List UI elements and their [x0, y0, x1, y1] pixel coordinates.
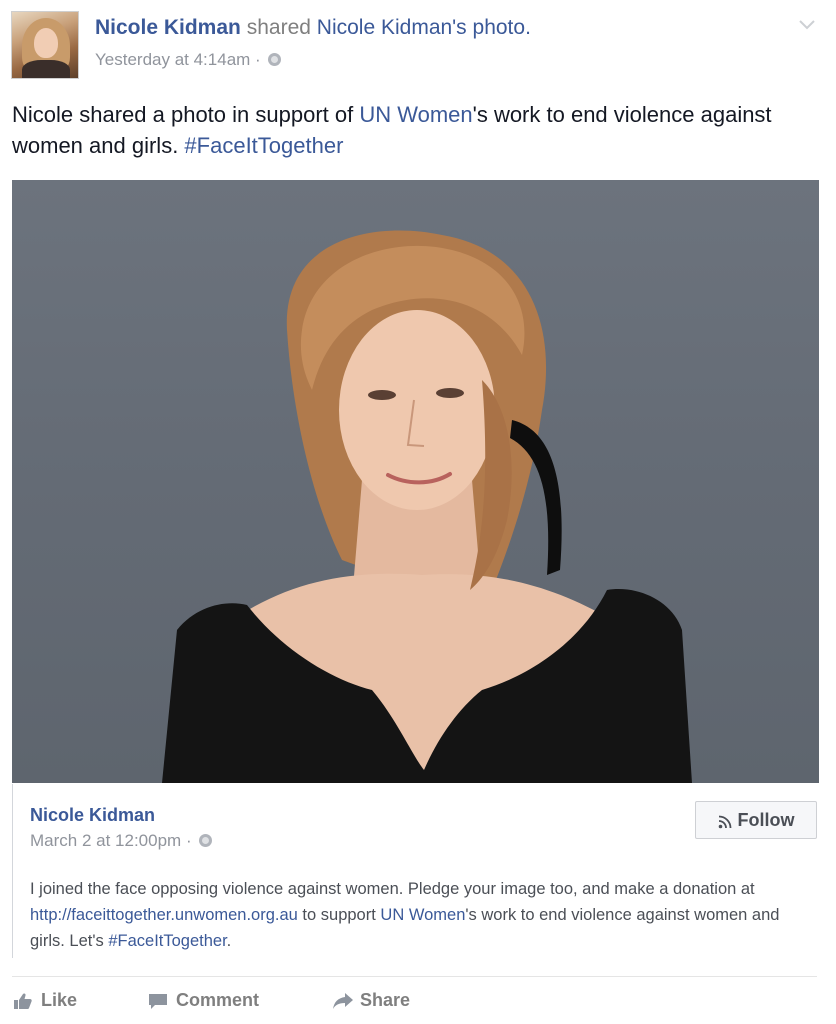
thumbs-up-icon — [13, 992, 33, 1010]
shared-photo-link[interactable]: Nicole Kidman's photo. — [317, 16, 531, 39]
post-meta: Yesterday at 4:14am · — [95, 50, 282, 70]
caption-text-1: Nicole shared a photo in support of — [12, 102, 360, 127]
share-label: Share — [360, 990, 411, 1010]
post-caption: Nicole shared a photo in support of UN W… — [12, 99, 812, 161]
post-timestamp[interactable]: Yesterday at 4:14am — [95, 50, 250, 69]
un-women-link[interactable]: UN Women — [380, 906, 465, 924]
like-label: Like — [41, 990, 78, 1010]
divider — [12, 976, 817, 977]
post-verb: shared — [246, 16, 311, 39]
like-button[interactable]: Like — [13, 990, 77, 1011]
chevron-down-icon[interactable] — [799, 14, 815, 35]
attachment-text-2: to support — [297, 906, 381, 924]
hashtag-link[interactable]: #FaceItTogether — [108, 932, 226, 950]
globe-icon — [268, 53, 282, 66]
globe-icon — [199, 834, 213, 847]
attachment-timestamp[interactable]: March 2 at 12:00pm — [30, 831, 181, 850]
donation-url-link[interactable]: http://faceittogether.unwomen.org.au — [30, 906, 298, 924]
comment-button[interactable]: Comment — [148, 990, 259, 1011]
attachment-author-link[interactable]: Nicole Kidman — [30, 805, 155, 826]
share-button[interactable]: Share — [332, 990, 410, 1011]
profile-avatar[interactable] — [11, 11, 79, 79]
attachment-text-4: . — [226, 932, 232, 950]
rss-icon — [718, 813, 732, 829]
follow-label: Follow — [737, 809, 795, 830]
attachment-text: I joined the face opposing violence agai… — [30, 876, 810, 954]
post-author-link[interactable]: Nicole Kidman — [95, 16, 241, 39]
comment-label: Comment — [176, 990, 260, 1010]
post-header: Nicole Kidman shared Nicole Kidman's pho… — [95, 16, 531, 40]
comment-icon — [148, 992, 168, 1010]
un-women-link[interactable]: UN Women — [359, 102, 472, 127]
attachment-text-1: I joined the face opposing violence agai… — [30, 880, 755, 898]
post-photo[interactable] — [12, 180, 819, 783]
follow-button[interactable]: Follow — [695, 801, 817, 839]
attachment-meta: March 2 at 12:00pm · — [30, 831, 213, 851]
hashtag-link[interactable]: #FaceItTogether — [184, 133, 343, 158]
share-arrow-icon — [332, 992, 353, 1010]
